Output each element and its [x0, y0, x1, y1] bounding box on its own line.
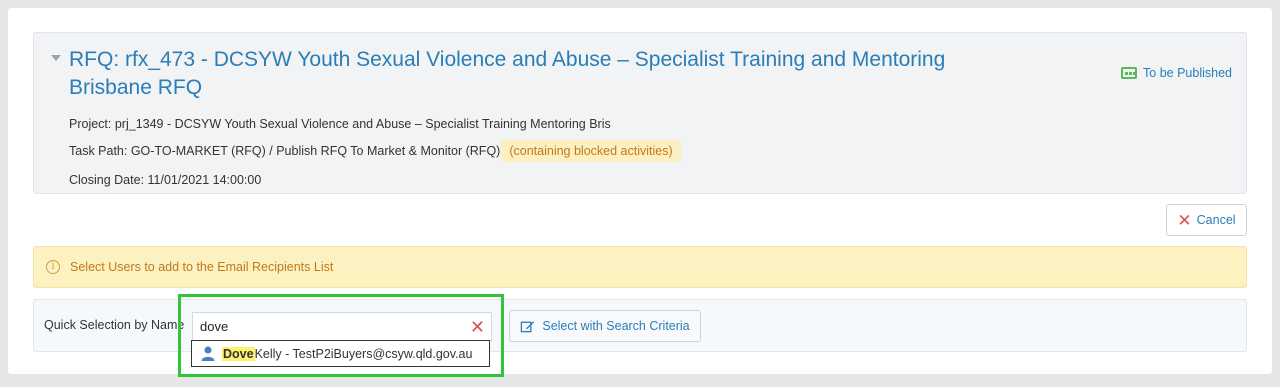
main-panel: RFQ: rfx_473 - DCSYW Youth Sexual Violen… [8, 8, 1272, 374]
edit-icon [521, 320, 535, 332]
task-path-text: Task Path: GO-TO-MARKET (RFQ) / Publish … [69, 144, 501, 158]
closing-date-line: Closing Date: 11/01/2021 14:00:00 [69, 173, 262, 187]
suggestion-text: Kelly - TestP2iBuyers@csyw.qld.gov.au [254, 346, 473, 361]
rfq-summary: RFQ: rfx_473 - DCSYW Youth Sexual Violen… [33, 32, 1247, 194]
close-icon: ✕ [1177, 210, 1192, 230]
status-indicator: To be Published [1121, 66, 1232, 80]
alert-message: Select Users to add to the Email Recipie… [70, 260, 334, 274]
autocomplete-option[interactable]: Dove Kelly - TestP2iBuyers@csyw.qld.gov.… [191, 340, 490, 367]
cancel-label: Cancel [1196, 213, 1236, 227]
cancel-button[interactable]: ✕ Cancel [1166, 204, 1247, 236]
info-icon: i [46, 260, 60, 274]
rfq-title: RFQ: rfx_473 - DCSYW Youth Sexual Violen… [69, 48, 946, 99]
project-line: Project: prj_1349 - DCSYW Youth Sexual V… [69, 117, 611, 131]
info-alert: i Select Users to add to the Email Recip… [33, 246, 1247, 288]
collapse-caret-icon[interactable] [51, 55, 61, 61]
user-icon [201, 346, 215, 361]
task-path-line: Task Path: GO-TO-MARKET (RFQ) / Publish … [69, 140, 681, 162]
name-search-box: ✕ [192, 312, 492, 341]
quick-selection-label: Quick Selection by Name [44, 318, 185, 332]
name-search-input[interactable] [193, 313, 491, 340]
search-criteria-button[interactable]: Select with Search Criteria [509, 310, 701, 342]
status-label: To be Published [1143, 66, 1232, 80]
blocked-activities-badge: (containing blocked activities) [501, 140, 681, 162]
ticket-icon [1121, 67, 1138, 79]
match-highlight: Dove [222, 346, 255, 361]
clear-icon[interactable]: ✕ [470, 317, 485, 337]
search-criteria-label: Select with Search Criteria [542, 319, 690, 333]
